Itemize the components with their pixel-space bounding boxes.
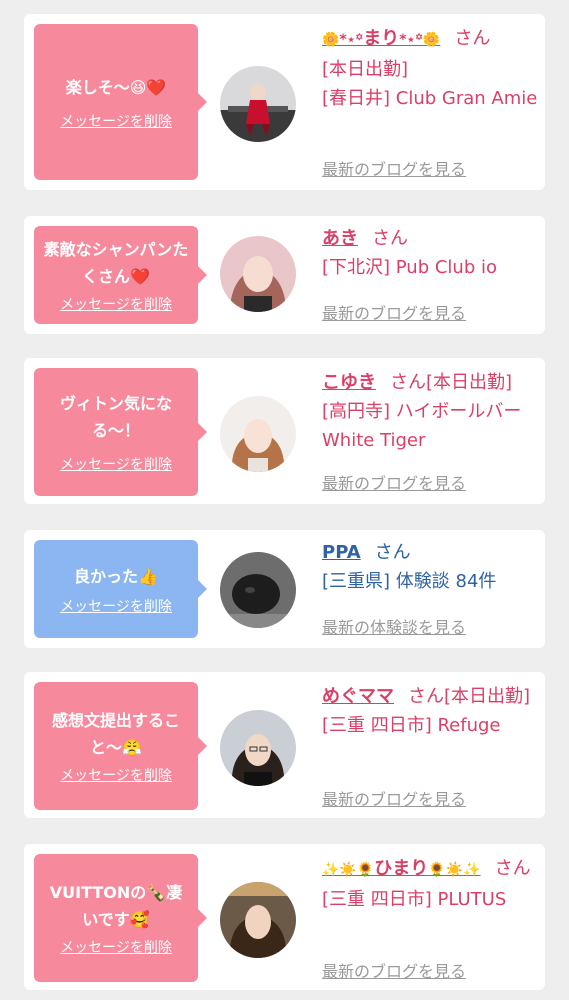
shop-name: [三重 四日市] PLUTUS <box>322 889 507 910</box>
user-name-link[interactable]: めぐママ <box>322 686 394 707</box>
message-bubble: 楽しそ〜😆❤️ メッセージを削除 <box>34 24 207 180</box>
honorific: さん <box>374 542 411 563</box>
user-name-link[interactable]: こゆき <box>322 372 376 393</box>
message-text: ヴィトン気になる〜！ <box>59 394 172 440</box>
latest-blog-link[interactable]: 最新のブログを見る <box>322 786 466 810</box>
message-bubble: ヴィトン気になる〜！ メッセージを削除 <box>34 368 207 496</box>
user-info: 🌼*⋆꙳まり*⋆꙳🌼 さん [本日出勤] [春日井] Club Gran Amie <box>322 24 538 113</box>
message-card: 素敵なシャンパンたくさん❤️ メッセージを削除 あき さん [下北沢] Pub C… <box>24 216 545 334</box>
message-bubble: 良かった👍 メッセージを削除 <box>34 540 207 638</box>
message-card: ヴィトン気になる〜！ メッセージを削除 こゆき さん[本日出勤] [高円寺] ハイ… <box>24 358 545 504</box>
message-bubble: VUITTONの🍾凄いです🥰 メッセージを削除 <box>34 854 207 982</box>
shop-name: [三重県] 体験談 84件 <box>322 571 497 592</box>
user-name-link[interactable]: 🌼*⋆꙳まり*⋆꙳🌼 <box>322 28 440 49</box>
message-card: 良かった👍 メッセージを削除 PPA さん [三重県] 体験談 84件 最新の体験… <box>24 530 545 648</box>
avatar[interactable] <box>220 552 296 628</box>
delete-message-link[interactable]: メッセージを削除 <box>60 937 172 957</box>
user-name-link[interactable]: あき <box>322 228 358 249</box>
avatar[interactable] <box>220 882 296 958</box>
honorific: さん <box>408 686 444 707</box>
delete-message-link[interactable]: メッセージを削除 <box>60 111 172 131</box>
user-info: こゆき さん[本日出勤] [高円寺] ハイボールバー White Tiger <box>322 368 538 455</box>
user-name-link[interactable]: PPA <box>322 542 361 563</box>
honorific: さん <box>454 28 491 49</box>
message-bubble: 感想文提出すること〜😤 メッセージを削除 <box>34 682 207 810</box>
shop-name: [三重 四日市] Refuge <box>322 715 501 736</box>
user-info: PPA さん [三重県] 体験談 84件 <box>322 538 538 596</box>
message-card: 感想文提出すること〜😤 メッセージを削除 めぐママ さん[本日出勤] [三重 四日… <box>24 672 545 818</box>
latest-blog-link[interactable]: 最新のブログを見る <box>322 958 466 982</box>
avatar[interactable] <box>220 710 296 786</box>
message-bubble: 素敵なシャンパンたくさん❤️ メッセージを削除 <box>34 226 207 324</box>
message-card: 楽しそ〜😆❤️ メッセージを削除 🌼*⋆꙳まり*⋆꙳🌼 さん [本日出勤] [春日… <box>24 14 545 190</box>
message-text: 良かった👍 <box>74 566 158 586</box>
message-text: 楽しそ〜😆❤️ <box>65 77 167 97</box>
latest-blog-link[interactable]: 最新のブログを見る <box>322 470 466 494</box>
work-status: [本日出勤] <box>444 686 531 707</box>
avatar[interactable] <box>220 396 296 472</box>
message-text: VUITTONの🍾凄いです🥰 <box>49 883 183 929</box>
delete-message-link[interactable]: メッセージを削除 <box>60 294 172 314</box>
shop-name: [高円寺] ハイボールバー White Tiger <box>322 401 522 451</box>
shop-name: [下北沢] Pub Club io <box>322 257 497 278</box>
delete-message-link[interactable]: メッセージを削除 <box>60 765 172 785</box>
message-card: VUITTONの🍾凄いです🥰 メッセージを削除 ✨☀️🌻ひまり🌻☀️✨ さん [三… <box>24 844 545 990</box>
latest-review-link[interactable]: 最新の体験談を見る <box>322 614 466 638</box>
message-text: 素敵なシャンパンたくさん❤️ <box>43 240 189 286</box>
user-info: あき さん [下北沢] Pub Club io <box>322 224 538 282</box>
honorific: さん <box>494 858 531 879</box>
honorific: さん <box>372 228 408 249</box>
work-status: [本日出勤] <box>426 372 513 393</box>
delete-message-link[interactable]: メッセージを削除 <box>60 454 172 474</box>
message-text: 感想文提出すること〜😤 <box>51 711 180 757</box>
delete-message-link[interactable]: メッセージを削除 <box>60 596 172 616</box>
shop-name: [春日井] Club Gran Amie <box>322 88 538 109</box>
user-info: めぐママ さん[本日出勤] [三重 四日市] Refuge <box>322 682 538 740</box>
message-list: 楽しそ〜😆❤️ メッセージを削除 🌼*⋆꙳まり*⋆꙳🌼 さん [本日出勤] [春日… <box>0 0 569 1000</box>
user-name-link[interactable]: ✨☀️🌻ひまり🌻☀️✨ <box>322 858 481 879</box>
user-info: ✨☀️🌻ひまり🌻☀️✨ さん [三重 四日市] PLUTUS <box>322 854 538 914</box>
work-status: [本日出勤] <box>322 59 409 80</box>
latest-blog-link[interactable]: 最新のブログを見る <box>322 300 466 324</box>
latest-blog-link[interactable]: 最新のブログを見る <box>322 156 466 180</box>
honorific: さん <box>390 372 426 393</box>
avatar[interactable] <box>220 236 296 312</box>
avatar[interactable] <box>220 66 296 142</box>
